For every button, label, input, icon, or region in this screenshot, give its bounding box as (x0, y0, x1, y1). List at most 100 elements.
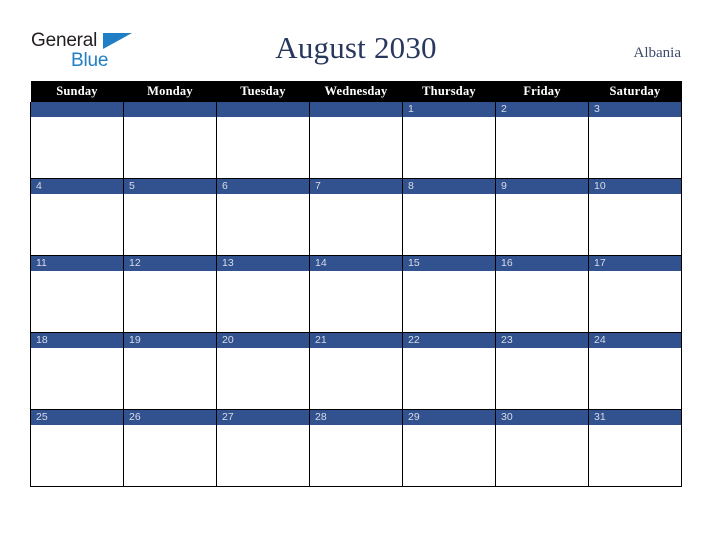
day-note-area[interactable] (124, 348, 216, 409)
weekday-header-monday: Monday (123, 81, 217, 102)
calendar-day-cell[interactable]: 18 (30, 332, 124, 410)
day-cell-inner: 28 (310, 410, 402, 486)
day-cell-inner: 30 (496, 410, 588, 486)
day-note-area[interactable] (496, 117, 588, 178)
day-note-area[interactable] (31, 194, 123, 255)
calendar-body: 1 2 3 4 5 6 7 8 9 10 11 12 13 14 15 16 17 18 19 20 21 22 23 24 2… (30, 102, 682, 487)
day-note-area[interactable] (217, 271, 309, 332)
calendar-day-cell[interactable]: 15 (402, 255, 496, 333)
calendar-day-cell[interactable]: 6 (216, 178, 310, 256)
day-number: 7 (310, 179, 402, 194)
day-number: 23 (496, 333, 588, 348)
day-number: 20 (217, 333, 309, 348)
day-note-area[interactable] (124, 194, 216, 255)
weekday-header-wednesday: Wednesday (309, 81, 403, 102)
day-number: 15 (403, 256, 495, 271)
calendar-day-cell[interactable]: 2 (495, 102, 589, 179)
day-note-area[interactable] (589, 348, 681, 409)
calendar-day-cell[interactable]: 7 (309, 178, 403, 256)
day-cell-inner: 18 (31, 333, 123, 409)
day-note-area[interactable] (217, 117, 309, 178)
calendar-day-cell[interactable]: 4 (30, 178, 124, 256)
calendar-day-cell[interactable]: 30 (495, 409, 589, 487)
calendar-day-cell[interactable] (216, 102, 310, 179)
day-note-area[interactable] (403, 117, 495, 178)
day-cell-inner (124, 102, 216, 178)
calendar-day-cell[interactable]: 14 (309, 255, 403, 333)
calendar-day-cell[interactable] (309, 102, 403, 179)
day-note-area[interactable] (403, 425, 495, 486)
calendar-day-cell[interactable]: 21 (309, 332, 403, 410)
calendar-day-cell[interactable]: 22 (402, 332, 496, 410)
day-note-area[interactable] (310, 271, 402, 332)
calendar-day-cell[interactable]: 9 (495, 178, 589, 256)
calendar-day-cell[interactable]: 19 (123, 332, 217, 410)
day-note-area[interactable] (124, 425, 216, 486)
calendar-day-cell[interactable]: 13 (216, 255, 310, 333)
calendar-day-cell[interactable]: 28 (309, 409, 403, 487)
day-note-area[interactable] (589, 425, 681, 486)
calendar-day-cell[interactable]: 8 (402, 178, 496, 256)
day-note-area[interactable] (589, 117, 681, 178)
calendar-day-cell[interactable]: 26 (123, 409, 217, 487)
day-cell-inner: 26 (124, 410, 216, 486)
day-note-area[interactable] (217, 194, 309, 255)
calendar-day-cell[interactable]: 20 (216, 332, 310, 410)
day-note-area[interactable] (589, 194, 681, 255)
day-cell-inner: 27 (217, 410, 309, 486)
calendar-day-cell[interactable]: 12 (123, 255, 217, 333)
calendar-day-cell[interactable]: 5 (123, 178, 217, 256)
day-number (124, 102, 216, 117)
day-note-area[interactable] (124, 117, 216, 178)
day-note-area[interactable] (310, 194, 402, 255)
day-note-area[interactable] (403, 194, 495, 255)
page-title: August 2030 (275, 30, 437, 65)
calendar-day-cell[interactable]: 25 (30, 409, 124, 487)
calendar-day-cell[interactable]: 10 (588, 178, 682, 256)
day-number: 30 (496, 410, 588, 425)
calendar-day-cell[interactable]: 11 (30, 255, 124, 333)
calendar-day-cell[interactable] (30, 102, 124, 179)
day-cell-inner: 11 (31, 256, 123, 332)
day-number (310, 102, 402, 117)
day-note-area[interactable] (31, 271, 123, 332)
weekday-header-sunday: Sunday (30, 81, 124, 102)
day-number: 18 (31, 333, 123, 348)
calendar-day-cell[interactable]: 3 (588, 102, 682, 179)
calendar-day-cell[interactable]: 24 (588, 332, 682, 410)
day-note-area[interactable] (31, 348, 123, 409)
calendar-day-cell[interactable]: 31 (588, 409, 682, 487)
day-note-area[interactable] (310, 348, 402, 409)
day-note-area[interactable] (310, 117, 402, 178)
day-note-area[interactable] (403, 348, 495, 409)
day-cell-inner: 20 (217, 333, 309, 409)
day-cell-inner: 6 (217, 179, 309, 255)
day-number: 3 (589, 102, 681, 117)
day-cell-inner: 4 (31, 179, 123, 255)
calendar-day-cell[interactable]: 17 (588, 255, 682, 333)
weekday-header-friday: Friday (495, 81, 589, 102)
day-note-area[interactable] (496, 194, 588, 255)
day-note-area[interactable] (589, 271, 681, 332)
day-note-area[interactable] (124, 271, 216, 332)
calendar-day-cell[interactable]: 1 (402, 102, 496, 179)
day-note-area[interactable] (31, 425, 123, 486)
calendar-week-row: 11 12 13 14 15 16 17 (30, 255, 682, 333)
day-note-area[interactable] (217, 425, 309, 486)
day-number: 19 (124, 333, 216, 348)
calendar-day-cell[interactable]: 16 (495, 255, 589, 333)
day-note-area[interactable] (496, 425, 588, 486)
calendar-day-cell[interactable] (123, 102, 217, 179)
day-number: 17 (589, 256, 681, 271)
day-note-area[interactable] (496, 348, 588, 409)
calendar-day-cell[interactable]: 23 (495, 332, 589, 410)
day-note-area[interactable] (403, 271, 495, 332)
calendar-header-row: Sunday Monday Tuesday Wednesday Thursday… (30, 81, 682, 102)
day-note-area[interactable] (496, 271, 588, 332)
day-note-area[interactable] (217, 348, 309, 409)
day-note-area[interactable] (310, 425, 402, 486)
calendar-day-cell[interactable]: 27 (216, 409, 310, 487)
calendar-day-cell[interactable]: 29 (402, 409, 496, 487)
day-cell-inner: 8 (403, 179, 495, 255)
day-note-area[interactable] (31, 117, 123, 178)
